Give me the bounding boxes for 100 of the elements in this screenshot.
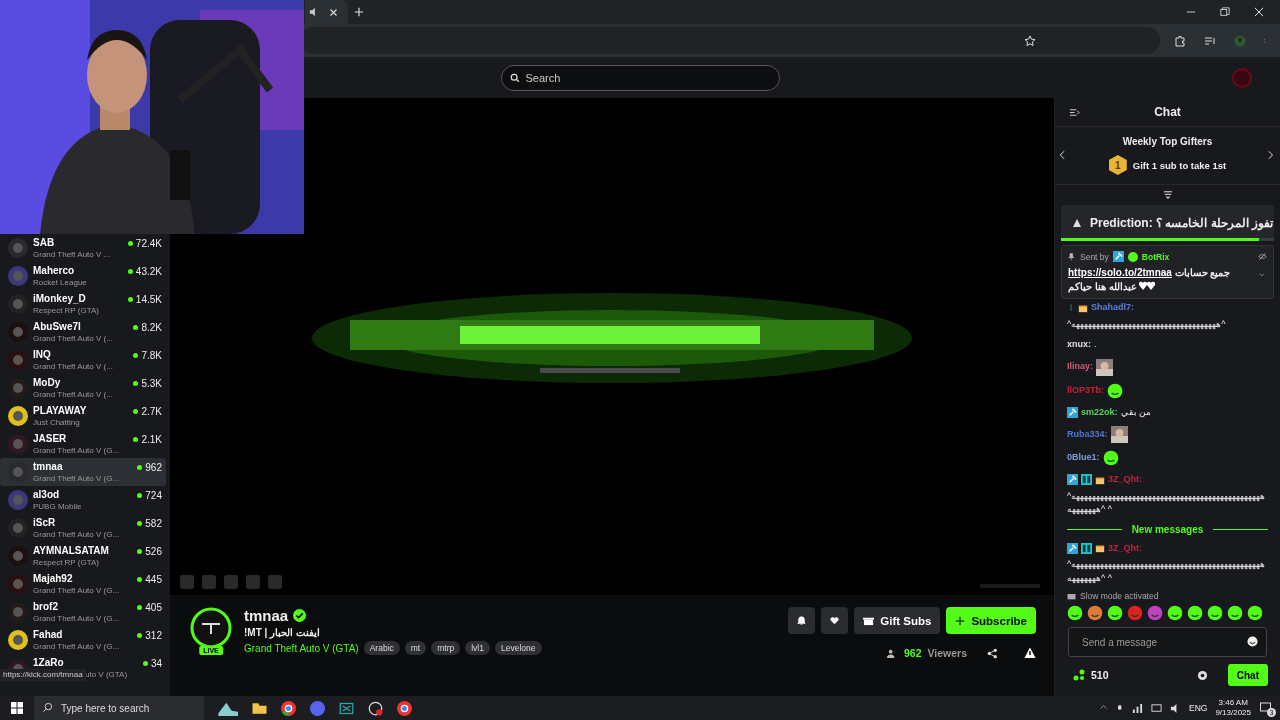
- channel-item[interactable]: AYMNALSATAM Respect RP (GTA) 526: [0, 542, 166, 570]
- share-icon[interactable]: [987, 647, 998, 659]
- channel-item[interactable]: Fahad Grand Theft Auto V (G... 312: [0, 626, 166, 654]
- puzzle-icon[interactable]: [1174, 34, 1186, 47]
- channel-name: Fahad: [33, 627, 64, 641]
- channel-game: Grand Theft Auto V (...: [33, 360, 114, 373]
- channel-name: brof2: [33, 599, 59, 613]
- send-button[interactable]: Chat: [1227, 664, 1268, 686]
- hearts-icon: [1139, 280, 1156, 290]
- gavel-icon: [1112, 251, 1124, 262]
- chat-username[interactable]: 0Blue1:: [1067, 451, 1100, 465]
- points-count: 510: [1091, 669, 1110, 681]
- subscribe-button[interactable]: Subscribe: [946, 607, 1036, 634]
- settings-icon[interactable]: [1196, 669, 1208, 681]
- emoji-icon[interactable]: [1247, 636, 1258, 647]
- channel-item[interactable]: iMonkey_D Respect RP (GTA) 14.5K: [0, 290, 166, 318]
- channel-game: Grand Theft Auto V ...: [33, 248, 112, 261]
- viewer-count: 405: [137, 602, 162, 613]
- chevron-left-icon[interactable]: [1058, 149, 1067, 161]
- viewer-count: 7.8K: [133, 350, 162, 361]
- channel-item[interactable]: INQ Grand Theft Auto V (... 7.8K: [0, 346, 166, 374]
- tag[interactable]: mt: [404, 641, 427, 655]
- spreadsheet-icon[interactable]: [339, 700, 354, 716]
- expand-icon[interactable]: [1161, 190, 1174, 200]
- browser-tab[interactable]: [305, 0, 348, 24]
- channel-game: Grand Theft Auto V (G...: [33, 584, 121, 597]
- channel-item[interactable]: al3od PUBG Mobile 724: [0, 486, 166, 514]
- chrome-icon[interactable]: [281, 700, 296, 716]
- channel-game: Grand Theft Auto V (G...: [33, 472, 121, 485]
- tag[interactable]: Levelone: [495, 641, 542, 655]
- star-icon[interactable]: [1024, 34, 1036, 47]
- emote-icon: [1167, 605, 1183, 621]
- channel-avatar: [190, 607, 232, 649]
- emote-icon: [1227, 605, 1243, 621]
- channel-avatar: [8, 406, 28, 426]
- tag[interactable]: lvl1: [465, 641, 490, 655]
- channel-item[interactable]: SAB Grand Theft Auto V ... 72.4K: [0, 234, 166, 262]
- chat-username[interactable]: Ruba334:: [1067, 427, 1108, 442]
- taskbar-search-field[interactable]: Type here to search: [34, 696, 204, 720]
- channel-item[interactable]: tmnaa Grand Theft Auto V (G... 962: [0, 458, 166, 486]
- plus-icon[interactable]: [354, 7, 364, 17]
- points-icon: [1073, 669, 1085, 681]
- windows-icon[interactable]: [11, 702, 23, 714]
- media-icon[interactable]: [1204, 34, 1216, 47]
- channel-avatar: [8, 238, 28, 258]
- chat-username[interactable]: Ilinay:: [1067, 360, 1093, 374]
- chrome-icon[interactable]: [397, 700, 412, 716]
- prediction-banner[interactable]: Prediction: تفوز المرحلة الخامسه ؟: [1061, 205, 1274, 241]
- close-icon[interactable]: [329, 7, 338, 17]
- channel-avatar: [8, 434, 28, 454]
- pinned-link[interactable]: https://solo.to/2tmnaa: [1068, 267, 1172, 278]
- sent-by-label: Sent by: [1080, 251, 1109, 262]
- display-icon: [1151, 702, 1162, 714]
- search-field[interactable]: Search: [500, 64, 780, 91]
- collapse-icon[interactable]: [1069, 107, 1080, 118]
- viewer-count: 526: [137, 546, 162, 557]
- chat-username[interactable]: xnux:: [1067, 338, 1091, 352]
- close-icon[interactable]: [1254, 7, 1264, 17]
- follow-button[interactable]: [821, 607, 849, 634]
- link-preview: https://kick.com/tmnaa: [0, 669, 86, 681]
- gift-subs-button[interactable]: Gift Subs: [854, 607, 941, 634]
- tag[interactable]: Arabic: [363, 641, 400, 655]
- folder-icon[interactable]: [252, 701, 267, 715]
- channel-item[interactable]: AbuSwe7l Grand Theft Auto V (... 8.2K: [0, 318, 166, 346]
- warning-icon[interactable]: [1024, 647, 1036, 659]
- channel-name: PLAYAWAY: [33, 403, 88, 417]
- channel-game: Respect RP (GTA): [33, 304, 100, 317]
- notify-button[interactable]: [788, 607, 816, 634]
- emote-icon: [1107, 382, 1123, 399]
- channel-name: JASER: [33, 431, 68, 445]
- notification-icon[interactable]: [1259, 702, 1272, 714]
- chat-username[interactable]: sm22ok:: [1081, 405, 1118, 419]
- hide-icon[interactable]: [1258, 252, 1267, 261]
- restore-icon[interactable]: [1220, 7, 1230, 17]
- channel-name: AbuSwe7l: [33, 319, 82, 333]
- channel-item[interactable]: PLAYAWAY Just Chatting 2.7K: [0, 402, 166, 430]
- channel-item[interactable]: Maherco Rocket League 43.2K: [0, 262, 166, 290]
- chat-username[interactable]: Shahadl7:: [1091, 301, 1134, 315]
- viewer-count: 72.4K: [127, 238, 162, 249]
- channel-game: PUBG Mobile: [33, 500, 83, 513]
- record-icon[interactable]: [368, 700, 383, 716]
- channel-item[interactable]: JASER Grand Theft Auto V (G... 2.1K: [0, 430, 166, 458]
- channel-item[interactable]: Majah92 Grand Theft Auto V (G... 445: [0, 570, 166, 598]
- search-icon: [509, 72, 520, 83]
- channel-item[interactable]: brof2 Grand Theft Auto V (G... 405: [0, 598, 166, 626]
- channel-game: Respect RP (GTA): [33, 556, 100, 569]
- message-field[interactable]: Send a message: [1068, 627, 1267, 657]
- pinned-author: BotRix: [1141, 251, 1170, 262]
- chat-title: Chat: [1154, 105, 1181, 119]
- channel-item[interactable]: 1ZaRo https://kick.com/tmnaa uto V (GTA) 34: [0, 654, 166, 682]
- channel-item[interactable]: iScR Grand Theft Auto V (G... 582: [0, 514, 166, 542]
- category-link[interactable]: Grand Theft Auto V (GTA): [244, 642, 359, 654]
- viewer-count: 2.1K: [133, 434, 162, 445]
- clock[interactable]: 3:46 AM 9/13/2025: [1215, 698, 1251, 718]
- channel-avatar: [8, 266, 28, 286]
- tag[interactable]: mtrp: [431, 641, 461, 655]
- channel-name: SAB: [33, 235, 56, 249]
- channel-item[interactable]: MoDy Grand Theft Auto V (... 5.3K: [0, 374, 166, 402]
- channel-game: Grand Theft Auto V (...: [33, 332, 114, 345]
- language-indicator[interactable]: ENG: [1189, 703, 1208, 713]
